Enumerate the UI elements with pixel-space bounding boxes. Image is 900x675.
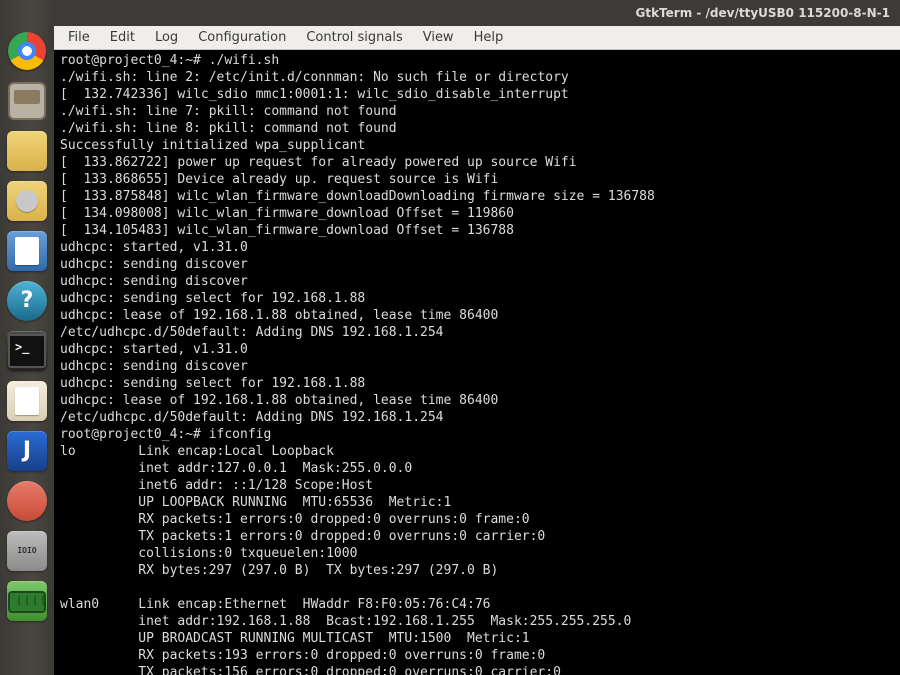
terminal-line: ./wifi.sh: line 7: pkill: command not fo… bbox=[60, 103, 894, 120]
menu-control[interactable]: Control signals bbox=[298, 28, 410, 47]
menu-log[interactable]: Log bbox=[147, 28, 186, 47]
terminal-line: [ 132.742336] wilc_sdio mmc1:0001:1: wil… bbox=[60, 86, 894, 103]
menu-edit[interactable]: Edit bbox=[102, 28, 143, 47]
terminal-line: [ 133.875848] wilc_wlan_firmware_downloa… bbox=[60, 188, 894, 205]
unity-launcher: ? J IOIO bbox=[0, 0, 54, 675]
app-tile-1-icon[interactable] bbox=[4, 128, 50, 174]
terminal-line: ./wifi.sh: line 2: /etc/init.d/connman: … bbox=[60, 69, 894, 86]
terminal-line: /etc/udhcpc.d/50default: Adding DNS 192.… bbox=[60, 324, 894, 341]
window-titlebar[interactable]: GtkTerm - /dev/ttyUSB0 115200-8-N-1 bbox=[54, 0, 900, 26]
menu-config[interactable]: Configuration bbox=[190, 28, 294, 47]
terminal-line: root@project0_4:~# ifconfig bbox=[60, 426, 894, 443]
terminal-line: udhcpc: sending discover bbox=[60, 256, 894, 273]
terminal-line: collisions:0 txqueuelen:1000 bbox=[60, 545, 894, 562]
files-icon[interactable] bbox=[4, 78, 50, 124]
chrome-icon[interactable] bbox=[4, 28, 50, 74]
terminal-line: udhcpc: sending select for 192.168.1.88 bbox=[60, 375, 894, 392]
terminal-line: udhcpc: lease of 192.168.1.88 obtained, … bbox=[60, 307, 894, 324]
terminal-icon[interactable] bbox=[4, 328, 50, 374]
serial-port-icon[interactable] bbox=[4, 578, 50, 624]
terminal-line: root@project0_4:~# ./wifi.sh bbox=[60, 52, 894, 69]
terminal-line: RX bytes:297 (297.0 B) TX bytes:297 (297… bbox=[60, 562, 894, 579]
menu-view[interactable]: View bbox=[415, 28, 462, 47]
terminal-line: udhcpc: sending select for 192.168.1.88 bbox=[60, 290, 894, 307]
terminal-line: UP LOOPBACK RUNNING MTU:65536 Metric:1 bbox=[60, 494, 894, 511]
terminal-line: [ 133.868655] Device already up. request… bbox=[60, 171, 894, 188]
red-swirl-icon[interactable] bbox=[4, 478, 50, 524]
terminal-line: inet addr:127.0.0.1 Mask:255.0.0.0 bbox=[60, 460, 894, 477]
gtkterm-window: GtkTerm - /dev/ttyUSB0 115200-8-N-1 File… bbox=[54, 0, 900, 675]
ioio-app-icon[interactable]: IOIO bbox=[4, 528, 50, 574]
terminal-line: Successfully initialized wpa_supplicant bbox=[60, 137, 894, 154]
terminal-line: [ 133.862722] power up request for alrea… bbox=[60, 154, 894, 171]
terminal-line: UP BROADCAST RUNNING MULTICAST MTU:1500 … bbox=[60, 630, 894, 647]
terminal-line: /etc/udhcpc.d/50default: Adding DNS 192.… bbox=[60, 409, 894, 426]
menubar: File Edit Log Configuration Control sign… bbox=[54, 26, 900, 50]
terminal-line: ./wifi.sh: line 8: pkill: command not fo… bbox=[60, 120, 894, 137]
terminal-output[interactable]: root@project0_4:~# ./wifi.sh./wifi.sh: l… bbox=[54, 50, 900, 675]
text-editor-icon[interactable] bbox=[4, 378, 50, 424]
terminal-line: udhcpc: sending discover bbox=[60, 273, 894, 290]
terminal-line: lo Link encap:Local Loopback bbox=[60, 443, 894, 460]
menu-file[interactable]: File bbox=[60, 28, 98, 47]
terminal-line: udhcpc: started, v1.31.0 bbox=[60, 341, 894, 358]
terminal-line: TX packets:156 errors:0 dropped:0 overru… bbox=[60, 664, 894, 675]
disk-utility-icon[interactable] bbox=[4, 178, 50, 224]
terminal-line: inet6 addr: ::1/128 Scope:Host bbox=[60, 477, 894, 494]
terminal-line: wlan0 Link encap:Ethernet HWaddr F8:F0:0… bbox=[60, 596, 894, 613]
terminal-line: RX packets:193 errors:0 dropped:0 overru… bbox=[60, 647, 894, 664]
help-icon[interactable]: ? bbox=[4, 278, 50, 324]
window-title: GtkTerm - /dev/ttyUSB0 115200-8-N-1 bbox=[635, 6, 890, 20]
terminal-line: RX packets:1 errors:0 dropped:0 overruns… bbox=[60, 511, 894, 528]
menu-help[interactable]: Help bbox=[466, 28, 512, 47]
terminal-line bbox=[60, 579, 894, 596]
terminal-line: inet addr:192.168.1.88 Bcast:192.168.1.2… bbox=[60, 613, 894, 630]
terminal-line: TX packets:1 errors:0 dropped:0 overruns… bbox=[60, 528, 894, 545]
terminal-line: udhcpc: sending discover bbox=[60, 358, 894, 375]
terminal-line: udhcpc: started, v1.31.0 bbox=[60, 239, 894, 256]
terminal-line: [ 134.105483] wilc_wlan_firmware_downloa… bbox=[60, 222, 894, 239]
terminal-line: [ 134.098008] wilc_wlan_firmware_downloa… bbox=[60, 205, 894, 222]
document-app-icon[interactable] bbox=[4, 228, 50, 274]
terminal-line: udhcpc: lease of 192.168.1.88 obtained, … bbox=[60, 392, 894, 409]
j-app-icon[interactable]: J bbox=[4, 428, 50, 474]
